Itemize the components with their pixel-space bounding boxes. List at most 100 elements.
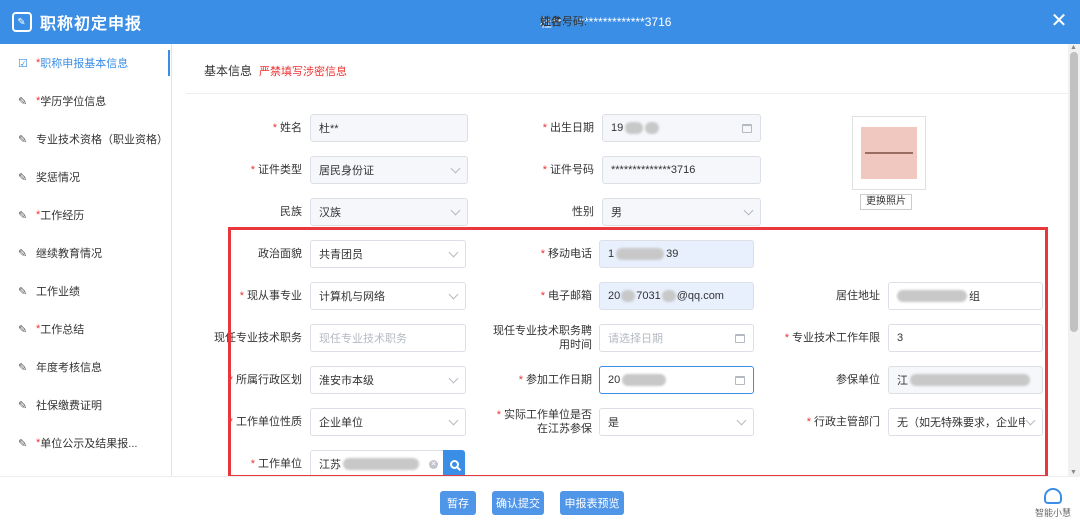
appoint-time-label: 现任专业技术职务聘 用时间: [493, 325, 592, 351]
email-label: * 电子邮箱: [540, 290, 592, 302]
id-number-field[interactable]: **************3716: [602, 156, 761, 184]
work-date-label: * 参加工作日期: [518, 374, 592, 386]
mobile-label: * 移动电话: [540, 248, 592, 260]
id-type-select[interactable]: 居民身份证: [310, 156, 468, 184]
sidebar-item-label: 学历学位信息: [40, 96, 107, 108]
chevron-down-icon: [450, 163, 461, 174]
insure-unit-field[interactable]: 江: [888, 366, 1043, 394]
sidebar-item-qualification[interactable]: ✎ 专业技术资格（职业资格）: [0, 120, 170, 158]
save-draft-button[interactable]: 暂存: [440, 491, 476, 515]
sidebar-item-label: 专业技术资格（职业资格）: [36, 134, 168, 146]
app-logo-icon: ✎: [12, 12, 32, 32]
unit-type-label: * 工作单位性质: [228, 416, 302, 428]
chevron-down-icon: [448, 373, 459, 384]
calendar-icon: [735, 334, 745, 343]
pencil-icon: ✎: [18, 171, 28, 184]
jiangsu-insure-label: * 实际工作单位是否 在江苏参保: [496, 409, 592, 435]
sidebar-item-label: 继续教育情况: [36, 248, 102, 260]
employer-input[interactable]: 江苏 ✕: [310, 450, 444, 476]
chevron-down-icon: [1025, 415, 1036, 426]
sidebar-item-label: 奖惩情况: [36, 172, 80, 184]
pencil-icon: ✎: [18, 437, 28, 450]
employer-search-button[interactable]: [443, 450, 465, 476]
admin-dept-label: * 行政主管部门: [806, 416, 880, 428]
chevron-down-icon: [743, 205, 754, 216]
scroll-down-icon[interactable]: ▼: [1070, 469, 1077, 476]
jiangsu-insure-select[interactable]: 是: [599, 408, 754, 436]
sidebar-item-public-notice[interactable]: ✎ * 单位公示及结果报...: [0, 424, 170, 462]
section-header: 基本信息 严禁填写涉密信息: [186, 44, 1068, 94]
sidebar-item-achievements[interactable]: ✎ 工作业绩: [0, 272, 170, 310]
years-label: * 专业技术工作年限: [784, 332, 880, 344]
photo-image: [861, 127, 917, 179]
applicant-id-label: 证件号码:: [540, 16, 588, 28]
pencil-icon: ✎: [18, 209, 28, 222]
sidebar: ☑ * 职称申报基本信息 ✎ * 学历学位信息 ✎ 专业技术资格（职业资格） ✎…: [0, 44, 172, 476]
mobile-field[interactable]: 1 39: [599, 240, 754, 268]
gender-select[interactable]: 男: [602, 198, 761, 226]
sidebar-item-education[interactable]: ✎ * 学历学位信息: [0, 82, 170, 120]
region-label: * 所属行政区划: [228, 374, 302, 386]
applicant-id-value: **************3716: [579, 15, 672, 29]
name-label: * 姓名: [272, 122, 302, 134]
footer: 暂存 确认提交 申报表预览 智能小慧: [0, 476, 1080, 523]
scroll-up-icon[interactable]: ▲: [1070, 44, 1077, 51]
sidebar-item-basic-info[interactable]: ☑ * 职称申报基本信息: [0, 44, 170, 82]
assistant-widget[interactable]: 智能小慧: [1030, 488, 1076, 522]
main-content: 基本信息 严禁填写涉密信息 * 姓名 杜** * 出生日期 19 更换照片 * 证件类…: [186, 44, 1068, 476]
political-label: 政治面貌: [258, 248, 302, 260]
appoint-date-picker[interactable]: 请选择日期: [599, 324, 754, 352]
unit-type-select[interactable]: 企业单位: [310, 408, 466, 436]
sidebar-item-rewards[interactable]: ✎ 奖惩情况: [0, 158, 170, 196]
section-title: 基本信息: [204, 64, 253, 78]
sidebar-item-label: 职称申报基本信息: [40, 58, 129, 70]
sidebar-item-annual-review[interactable]: ✎ 年度考核信息: [0, 348, 170, 386]
sidebar-item-work-summary[interactable]: ✎ * 工作总结: [0, 310, 170, 348]
work-date-picker[interactable]: 20: [599, 366, 754, 394]
sidebar-item-label: 工作业绩: [36, 286, 80, 298]
pencil-icon: ✎: [18, 323, 28, 336]
position-input[interactable]: 现任专业技术职务: [310, 324, 466, 352]
sidebar-item-work-history[interactable]: ✎ * 工作经历: [0, 196, 170, 234]
specialty-label: * 现从事专业: [239, 290, 302, 302]
search-icon: [449, 459, 459, 469]
sidebar-item-social-insurance[interactable]: ✎ 社保缴费证明: [0, 386, 170, 424]
main-scrollbar[interactable]: ▲ ▼: [1068, 44, 1080, 476]
sidebar-item-label: 年度考核信息: [36, 362, 102, 374]
chevron-down-icon: [448, 415, 459, 426]
name-field[interactable]: 杜**: [310, 114, 468, 142]
specialty-select[interactable]: 计算机与网络: [310, 282, 466, 310]
id-number-label: * 证件号码: [542, 164, 594, 176]
ethnic-label: 民族: [280, 206, 302, 218]
insure-unit-label: 参保单位: [836, 374, 880, 386]
political-select[interactable]: 共青团员: [310, 240, 466, 268]
sidebar-item-label: 工作经历: [40, 210, 85, 222]
app-title: ✎ 职称初定申报: [12, 0, 142, 44]
pencil-icon: ✎: [18, 133, 28, 146]
chevron-down-icon: [448, 289, 459, 300]
chevron-down-icon: [736, 415, 747, 426]
scrollbar-thumb[interactable]: [1070, 52, 1078, 332]
address-field[interactable]: 组: [888, 282, 1043, 310]
pencil-icon: ✎: [18, 285, 28, 298]
years-input[interactable]: 3: [888, 324, 1043, 352]
submit-button[interactable]: 确认提交: [492, 491, 544, 515]
sidebar-item-continuing-education[interactable]: ✎ 继续教育情况: [0, 234, 170, 272]
birth-date-field[interactable]: 19: [602, 114, 761, 142]
id-type-label: * 证件类型: [250, 164, 302, 176]
ethnic-select[interactable]: 汉族: [310, 198, 468, 226]
change-photo-button[interactable]: 更换照片: [860, 194, 912, 210]
edit-box-icon: ☑: [18, 57, 28, 70]
gender-label: 性别: [572, 206, 594, 218]
admin-dept-select[interactable]: 无（如无特殊要求，企业申...: [888, 408, 1043, 436]
preview-button[interactable]: 申报表预览: [560, 491, 624, 515]
pencil-icon: ✎: [18, 399, 28, 412]
chevron-down-icon: [448, 247, 459, 258]
close-icon[interactable]: ✕: [1048, 10, 1070, 32]
applicant-info: 姓名: 杜** 证件号码: **************3716: [540, 0, 689, 44]
region-select[interactable]: 淮安市本级: [310, 366, 466, 394]
clear-icon[interactable]: ✕: [429, 460, 438, 469]
sidebar-item-label: 社保缴费证明: [36, 400, 102, 412]
chevron-down-icon: [450, 205, 461, 216]
email-field[interactable]: 20 7031 @qq.com: [599, 282, 754, 310]
